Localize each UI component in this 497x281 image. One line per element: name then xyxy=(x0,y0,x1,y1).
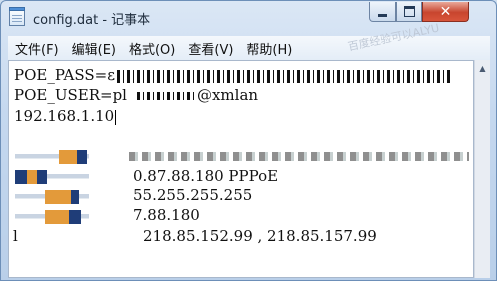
window-title: config.dat - 记事本 xyxy=(33,13,151,28)
maximize-button[interactable] xyxy=(396,2,422,22)
minimize-icon xyxy=(378,14,387,17)
notepad-window: config.dat - 记事本 ✕ 文件(F) 编辑(E) 格式(O) 查看(… xyxy=(0,0,497,281)
menu-edit[interactable]: 编辑(E) xyxy=(66,39,122,58)
text-line-gateway: 7.88.180 xyxy=(133,206,200,224)
embedded-thumbnail xyxy=(15,150,89,164)
text-editor[interactable]: POE_PASS=ε POE_USER=pl @xmlan 192.168.1.1… xyxy=(8,60,474,278)
user-key: POE_USER=pl xyxy=(14,86,127,104)
minimize-button[interactable] xyxy=(369,2,396,22)
text-line-ip: 192.168.1.10 xyxy=(14,106,117,126)
text-line-mask: 55.255.255.255 xyxy=(133,186,253,204)
text-caret xyxy=(115,109,117,125)
vertical-scrollbar[interactable]: ▲ xyxy=(474,60,490,278)
menu-view[interactable]: 查看(V) xyxy=(182,39,239,58)
redacted-value xyxy=(136,92,197,100)
text-line-pass: POE_PASS=ε xyxy=(14,65,453,85)
menu-help[interactable]: 帮助(H) xyxy=(240,39,298,58)
ip-address: 192.168.1.10 xyxy=(14,107,115,125)
text-line-pppoe: 0.87.88.180 PPPoE xyxy=(133,167,279,185)
text-line-dns: 218.85.152.99 , 218.85.157.99 xyxy=(143,227,377,245)
embedded-thumbnail xyxy=(15,190,89,204)
embedded-thumbnail xyxy=(15,210,89,224)
embedded-thumbnail xyxy=(15,170,89,184)
user-domain: @xmlan xyxy=(196,86,259,104)
close-button[interactable]: ✕ xyxy=(422,2,469,22)
text-line-prefix: l xyxy=(13,227,18,245)
menu-file[interactable]: 文件(F) xyxy=(9,39,65,58)
close-icon: ✕ xyxy=(439,3,452,20)
scroll-up-arrow-icon[interactable]: ▲ xyxy=(475,60,490,77)
notepad-icon[interactable] xyxy=(9,7,25,26)
maximize-icon xyxy=(403,6,415,17)
menu-format[interactable]: 格式(O) xyxy=(123,39,181,58)
pass-key: POE_PASS=ε xyxy=(14,66,116,84)
redacted-value xyxy=(117,69,453,83)
text-line-user: POE_USER=pl @xmlan xyxy=(14,85,258,105)
garbled-line xyxy=(129,152,469,161)
